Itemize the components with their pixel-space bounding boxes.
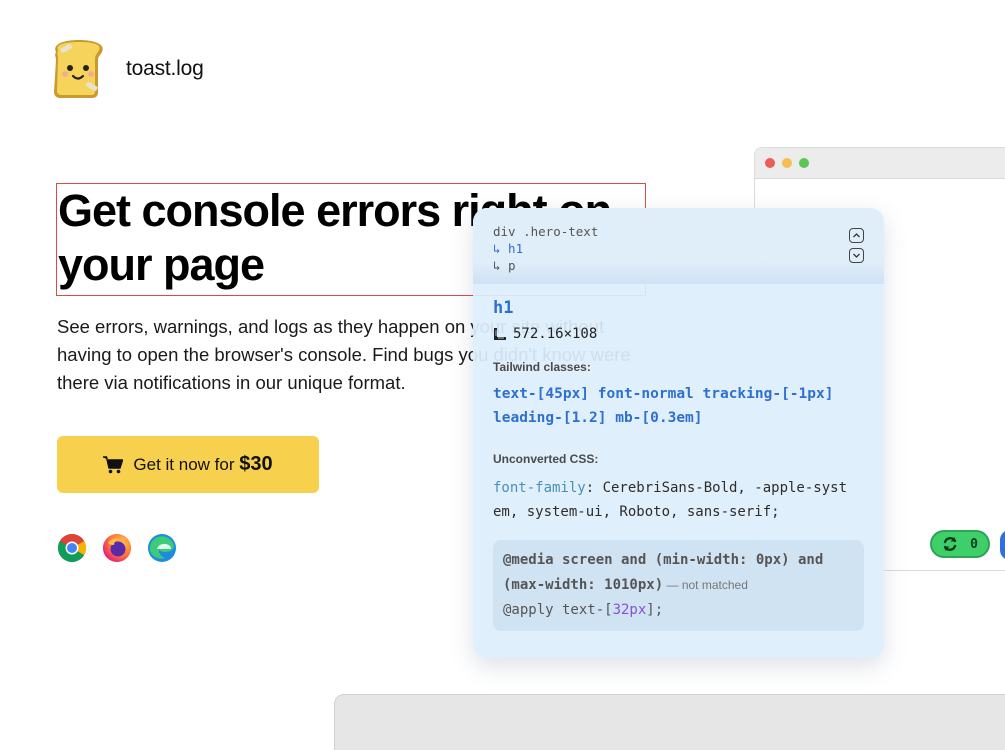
apply-prefix: @apply text-[ [503, 602, 613, 618]
media-query-box: @media screen and (min-width: 0px) and (… [493, 540, 864, 631]
brand-name: toast.log [126, 57, 204, 80]
unconverted-label: Unconverted CSS: [493, 452, 599, 466]
minimize-dot-icon [782, 158, 792, 168]
ruler-icon [494, 328, 506, 340]
close-dot-icon [765, 158, 775, 168]
inspector-panel: div .hero-text ↳ h1 ↳ p h1 572.16×108 Ta… [473, 208, 884, 658]
dimensions-value: 572.16×108 [513, 326, 598, 342]
breadcrumb-root[interactable]: div .hero-text [493, 223, 864, 240]
chevron-up-icon [853, 233, 860, 238]
counter-value: 0 [970, 536, 978, 552]
edge-icon [148, 534, 176, 562]
cart-icon [103, 455, 124, 473]
css-property: font-family [493, 480, 586, 496]
select-child-button[interactable] [849, 248, 864, 263]
breadcrumb-p[interactable]: ↳ p [493, 257, 864, 274]
bottom-preview-window [334, 694, 1005, 750]
media-line-1: @media screen and (min-width: 0px) and [503, 552, 824, 568]
selected-tag: h1 [493, 298, 514, 318]
buy-button-label: Get it now for $30 [133, 453, 272, 476]
firefox-icon [103, 534, 131, 562]
css-value-1: : CerebriSans-Bold, -apple-syst [585, 480, 848, 496]
logo[interactable]: toast.log [48, 38, 204, 100]
refresh-icon [943, 537, 957, 551]
toast-logo-icon [54, 40, 103, 98]
tailwind-line-1: text-[45px] font-normal tracking-[-1px] [493, 386, 834, 402]
price: $30 [239, 453, 273, 475]
tailwind-classes[interactable]: text-[45px] font-normal tracking-[-1px] … [493, 382, 864, 430]
maximize-dot-icon [799, 158, 809, 168]
breadcrumb-h1[interactable]: ↳ h1 [493, 240, 864, 257]
buy-button-prefix: Get it now for [133, 455, 240, 474]
apply-suffix: ]; [646, 602, 664, 618]
window-titlebar [755, 148, 1005, 179]
browser-icons [57, 533, 177, 563]
blue-badge-edge [1000, 530, 1005, 560]
buy-button[interactable]: Get it now for $30 [57, 436, 319, 493]
media-line-2: (max-width: 1010px) [503, 577, 664, 593]
not-matched-note: — not matched [663, 578, 748, 592]
select-parent-button[interactable] [849, 228, 864, 243]
element-dimensions: 572.16×108 [493, 326, 864, 342]
css-value-2: em, system-ui, Roboto, sans-serif; [493, 504, 780, 520]
apply-value: 32px [612, 602, 647, 618]
toast-counter-badge[interactable]: 0 [930, 530, 990, 558]
tailwind-line-2: leading-[1.2] mb-[0.3em] [493, 410, 703, 426]
tailwind-label: Tailwind classes: [493, 360, 591, 374]
unconverted-css: font-family: CerebriSans-Bold, -apple-sy… [493, 476, 864, 524]
chrome-icon [58, 534, 86, 562]
chevron-down-icon [853, 253, 860, 258]
inspector-breadcrumb: div .hero-text ↳ h1 ↳ p [473, 208, 884, 284]
